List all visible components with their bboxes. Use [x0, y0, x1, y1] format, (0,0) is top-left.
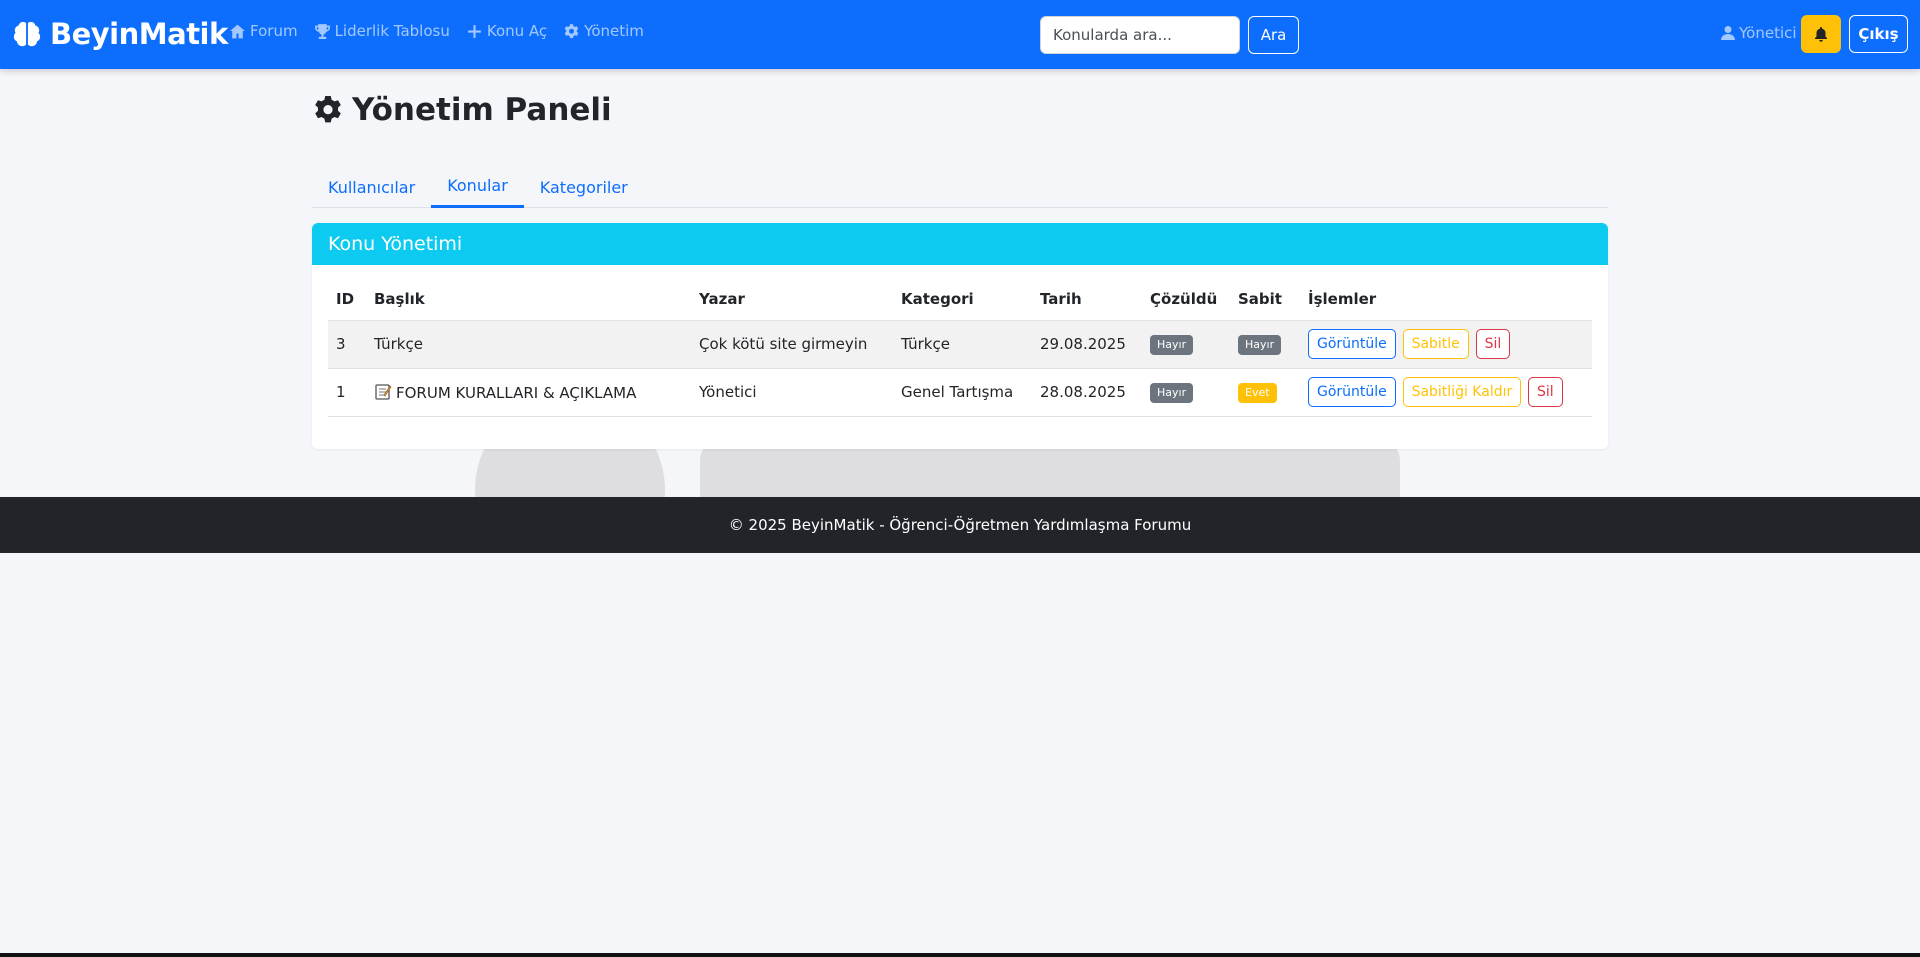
gear-icon: [564, 23, 579, 38]
cell-actions: Görüntüle Sabitliği Kaldır Sil: [1300, 368, 1592, 417]
topics-table: ID Başlık Yazar Kategori Tarih Çözüldü S…: [328, 279, 1592, 417]
nav-new-topic-label: Konu Aç: [486, 22, 548, 40]
cell-title[interactable]: Türkçe: [366, 320, 691, 369]
delete-button[interactable]: Sil: [1528, 377, 1563, 407]
col-pinned: Sabit: [1230, 279, 1300, 321]
home-icon: [230, 24, 245, 38]
notifications-button[interactable]: [1801, 15, 1841, 53]
user-name: Yönetici: [1739, 24, 1797, 42]
logout-button[interactable]: Çıkış: [1849, 15, 1908, 53]
page-title: Yönetim Paneli: [312, 92, 612, 128]
admin-tabs: Kullanıcılar Konular Kategoriler: [312, 166, 1608, 208]
footer-text: © 2025 BeyinMatik - Öğrenci-Öğretmen Yar…: [728, 516, 1192, 534]
nav-forum[interactable]: Forum: [229, 22, 298, 40]
topic-management-card: Konu Yönetimi ID Başlık Yazar Kategori T…: [312, 223, 1608, 449]
nav-forum-label: Forum: [250, 22, 298, 40]
nav-admin-label: Yönetim: [584, 22, 644, 40]
pinned-badge: Hayır: [1238, 334, 1282, 355]
search-input[interactable]: [1040, 16, 1240, 54]
cell-solved: Hayır: [1142, 368, 1230, 417]
nav-new-topic[interactable]: Konu Aç: [466, 22, 547, 40]
unpin-button[interactable]: Sabitliği Kaldır: [1402, 377, 1522, 407]
col-author: Yazar: [691, 279, 893, 321]
trophy-icon: [314, 23, 330, 39]
view-button[interactable]: Görüntüle: [1308, 377, 1396, 407]
gear-icon: [315, 96, 341, 123]
tab-categories[interactable]: Kategoriler: [524, 166, 644, 208]
nav-leaderboard[interactable]: Liderlik Tablosu: [314, 22, 450, 40]
nav-links: Forum Liderlik Tablosu Konu Aç Yönetim: [229, 22, 660, 40]
navbar: BeyinMatik Forum Liderlik Tablosu Konu A…: [0, 0, 1920, 69]
cell-author: Yönetici: [691, 368, 893, 417]
cell-date: 29.08.2025: [1032, 320, 1142, 369]
table-row: 3 Türkçe Çok kötü site girmeyin Türkçe 2…: [328, 320, 1592, 369]
cell-pinned: Hayır: [1230, 320, 1300, 369]
cell-title[interactable]: FORUM KURALLARI & AÇIKLAMA: [366, 368, 691, 417]
table-row: 1 FORUM KURALLARI & AÇIKLAMA Yönetici Ge…: [328, 368, 1592, 417]
plus-icon: [467, 24, 481, 38]
cell-pinned: Evet: [1230, 368, 1300, 417]
cell-category: Türkçe: [893, 320, 1032, 369]
search-button[interactable]: Ara: [1248, 16, 1299, 54]
view-button[interactable]: Görüntüle: [1308, 329, 1396, 359]
tab-topics[interactable]: Konular: [431, 166, 524, 208]
user-icon: [1721, 26, 1735, 40]
user-menu[interactable]: Yönetici: [1720, 24, 1797, 42]
cell-author: Çok kötü site girmeyin: [691, 320, 893, 369]
col-title: Başlık: [366, 279, 691, 321]
col-id: ID: [328, 279, 366, 321]
brand-logo[interactable]: BeyinMatik: [12, 14, 228, 54]
cell-actions: Görüntüle Sabitle Sil: [1300, 320, 1592, 369]
page-title-text: Yönetim Paneli: [352, 92, 612, 128]
topic-title[interactable]: FORUM KURALLARI & AÇIKLAMA: [396, 384, 636, 402]
pin-button[interactable]: Sabitle: [1402, 329, 1469, 359]
delete-button[interactable]: Sil: [1475, 329, 1511, 359]
nav-leaderboard-label: Liderlik Tablosu: [334, 22, 450, 40]
cell-id: 3: [328, 320, 366, 369]
table-header-row: ID Başlık Yazar Kategori Tarih Çözüldü S…: [328, 279, 1592, 321]
col-actions: İşlemler: [1300, 279, 1592, 321]
col-date: Tarih: [1032, 279, 1142, 321]
cell-category: Genel Tartışma: [893, 368, 1032, 417]
memo-icon: [375, 383, 392, 400]
topic-title[interactable]: Türkçe: [374, 335, 423, 353]
tab-users[interactable]: Kullanıcılar: [312, 166, 431, 208]
cell-id: 1: [328, 368, 366, 417]
col-category: Kategori: [893, 279, 1032, 321]
col-solved: Çözüldü: [1142, 279, 1230, 321]
bell-icon: [1815, 27, 1827, 42]
brand-name: BeyinMatik: [50, 17, 228, 51]
nav-admin[interactable]: Yönetim: [563, 22, 644, 40]
footer: © 2025 BeyinMatik - Öğrenci-Öğretmen Yar…: [0, 497, 1920, 553]
card-header: Konu Yönetimi: [312, 223, 1608, 265]
brain-icon: [13, 21, 41, 47]
bottom-edge: [0, 953, 1920, 957]
cell-solved: Hayır: [1142, 320, 1230, 369]
solved-badge: Hayır: [1150, 382, 1194, 403]
cell-date: 28.08.2025: [1032, 368, 1142, 417]
pinned-badge: Evet: [1238, 382, 1277, 403]
solved-badge: Hayır: [1150, 334, 1194, 355]
